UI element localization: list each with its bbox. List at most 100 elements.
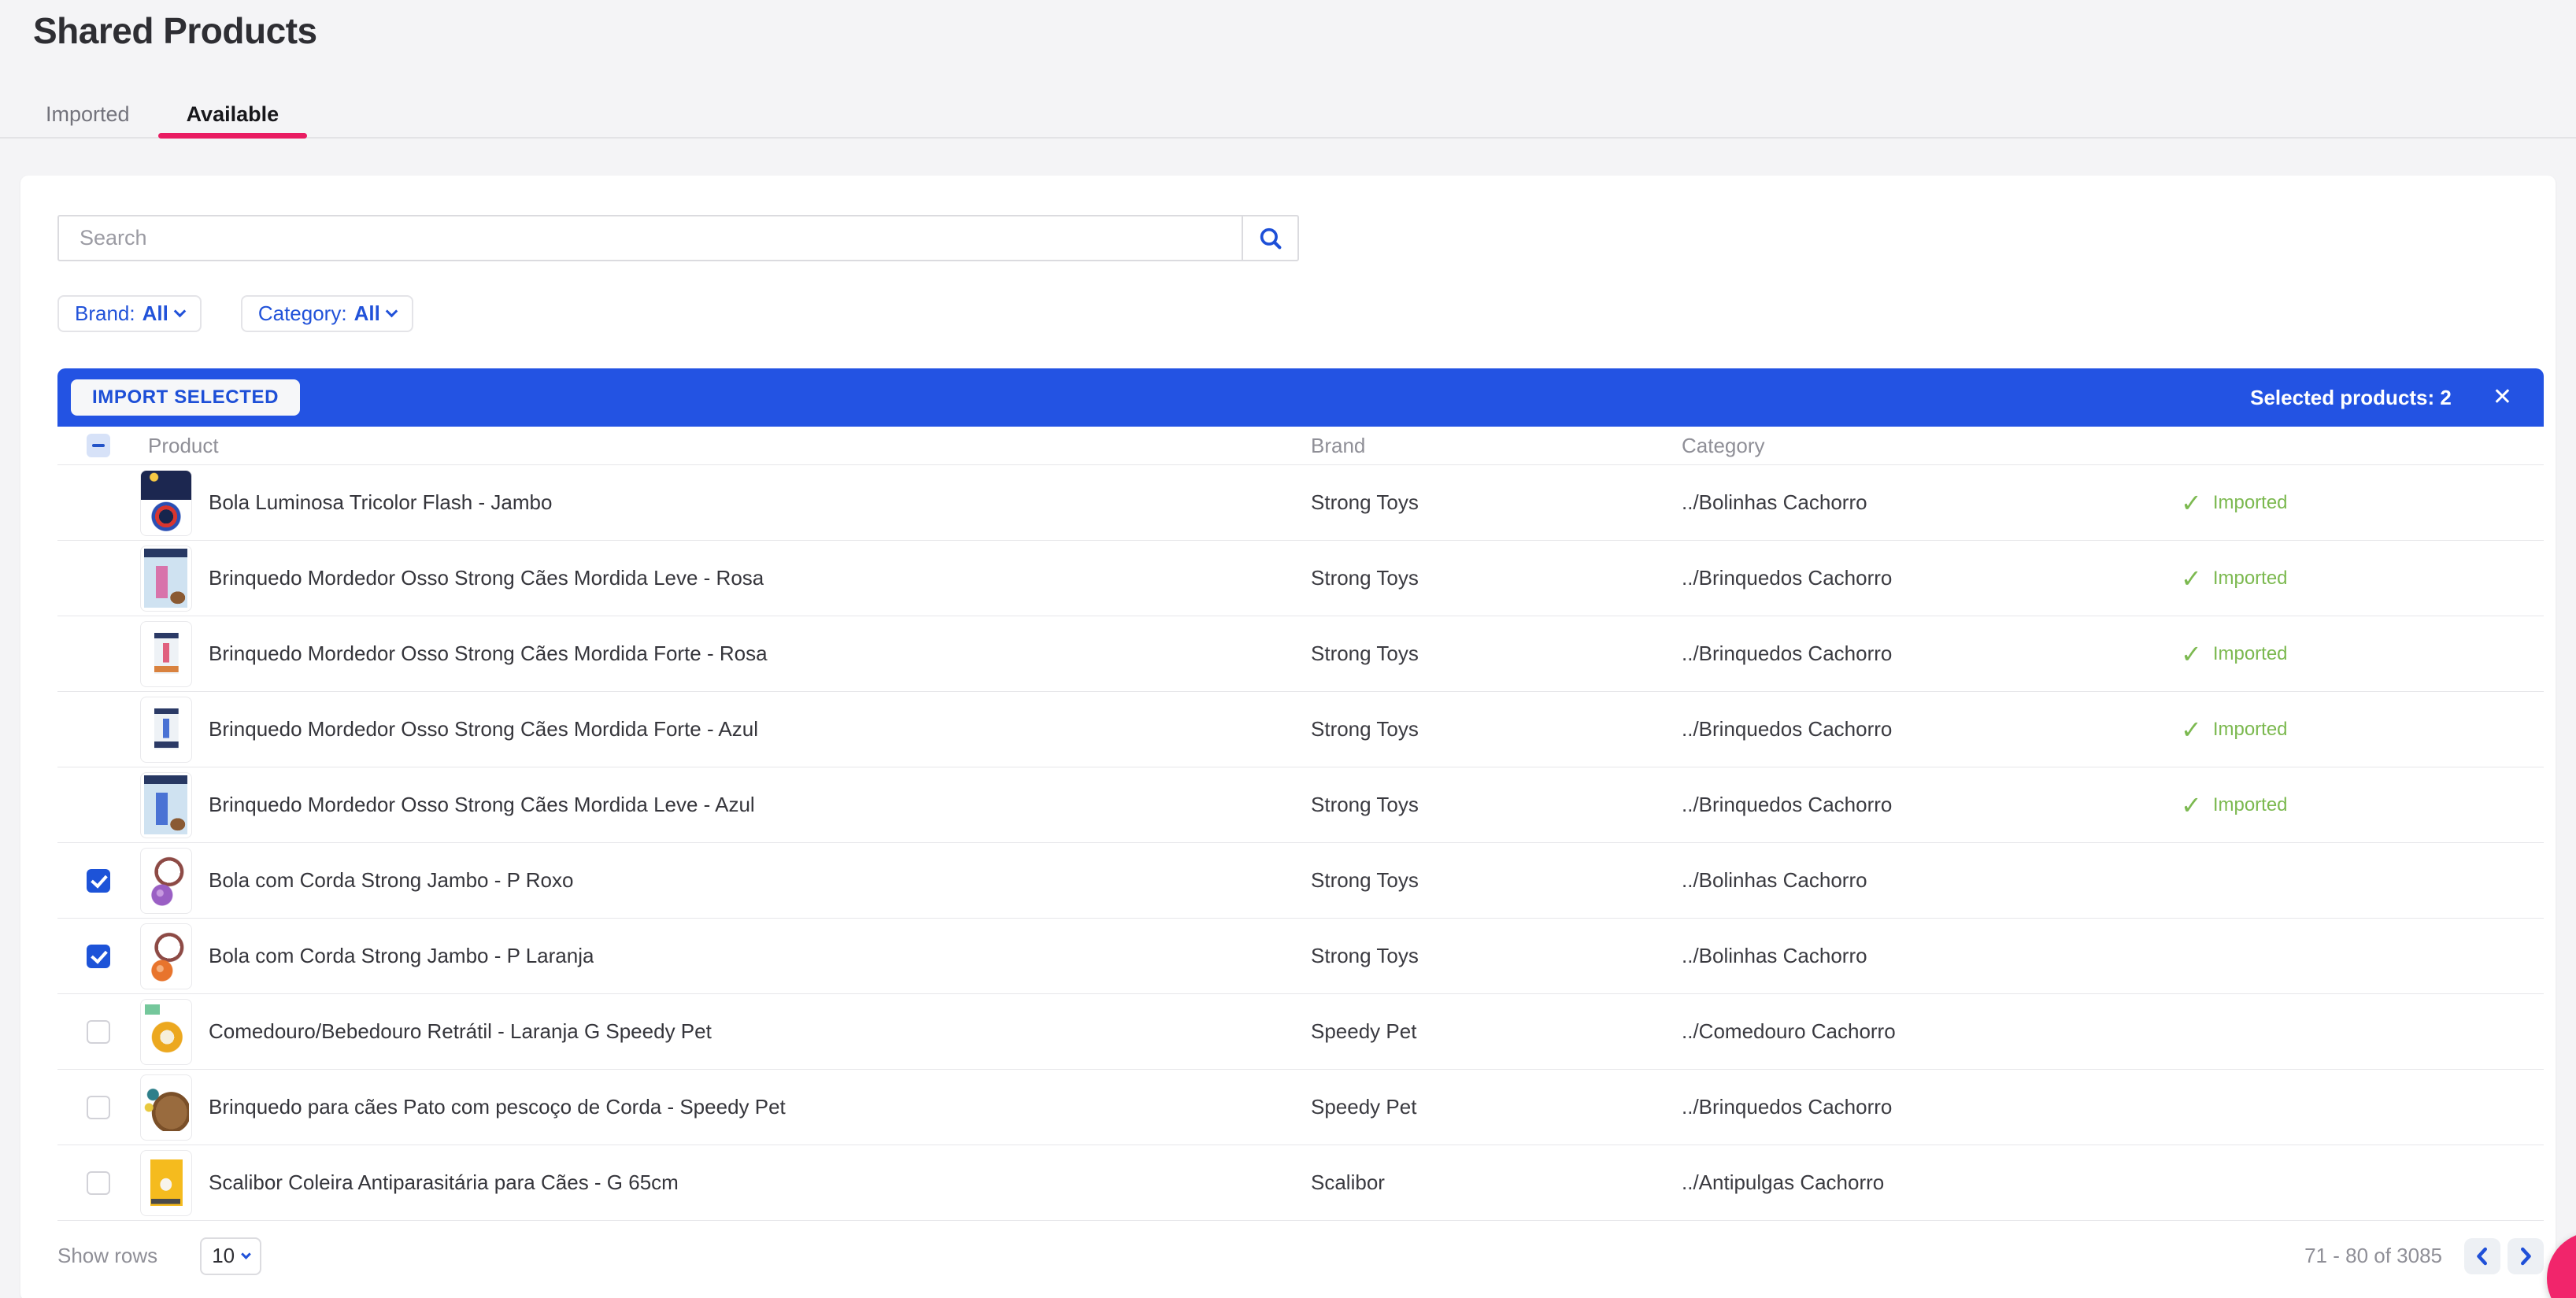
product-thumbnail	[140, 621, 192, 687]
search-row	[57, 176, 2544, 261]
row-checkbox[interactable]	[87, 1171, 110, 1195]
status-label: Imported	[2213, 568, 2288, 590]
table-row[interactable]: Brinquedo Mordedor Osso Strong Cães Mord…	[57, 692, 2544, 767]
chevron-left-icon	[2474, 1247, 2490, 1266]
product-name: Bola Luminosa Tricolor Flash - Jambo	[209, 490, 552, 515]
row-checkbox[interactable]	[87, 945, 110, 968]
brand-cell: Strong Toys	[1311, 944, 1682, 968]
row-checkbox[interactable]	[87, 1020, 110, 1044]
pagination-bar: Show rows 10 71 - 80 of 3085	[57, 1221, 2544, 1291]
product-name: Brinquedo para cães Pato com pescoço de …	[209, 1095, 786, 1119]
product-cell: Scalibor Coleira Antiparasitária para Cã…	[57, 1150, 1311, 1216]
status-cell: ✓ Imported	[2181, 717, 2544, 742]
brand-cell: Strong Toys	[1311, 566, 1682, 590]
brand-cell: Strong Toys	[1311, 868, 1682, 893]
column-header-brand: Brand	[1311, 434, 1682, 458]
brand-cell: Scalibor	[1311, 1170, 1682, 1195]
status-cell: ✓ Imported	[2181, 490, 2544, 516]
category-cell: ../Brinquedos Cachorro	[1682, 717, 2181, 741]
category-cell: ../Comedouro Cachorro	[1682, 1019, 2181, 1044]
table-row[interactable]: Bola com Corda Strong Jambo - P Laranja …	[57, 919, 2544, 994]
brand-cell: Strong Toys	[1311, 793, 1682, 817]
product-name: Scalibor Coleira Antiparasitária para Cã…	[209, 1170, 679, 1195]
table-row[interactable]: Bola com Corda Strong Jambo - P Roxo Str…	[57, 843, 2544, 919]
product-thumbnail	[140, 999, 192, 1065]
status-cell: ✓ Imported	[2181, 566, 2544, 591]
product-cell: Bola Luminosa Tricolor Flash - Jambo	[57, 470, 1311, 536]
product-thumbnail	[140, 923, 192, 989]
table-header: Product Brand Category	[57, 427, 2544, 465]
imported-check-icon: ✓	[2181, 642, 2202, 667]
previous-page-button[interactable]	[2464, 1238, 2500, 1274]
product-thumbnail	[140, 697, 192, 763]
brand-cell: Strong Toys	[1311, 490, 1682, 515]
category-cell: ../Bolinhas Cachorro	[1682, 490, 2181, 515]
status-label: Imported	[2213, 794, 2288, 816]
product-cell: Brinquedo Mordedor Osso Strong Cães Mord…	[57, 621, 1311, 687]
selected-products-count: Selected products: 2	[2250, 386, 2452, 410]
category-cell: ../Brinquedos Cachorro	[1682, 793, 2181, 817]
category-cell: ../Brinquedos Cachorro	[1682, 1095, 2181, 1119]
product-thumbnail	[140, 545, 192, 612]
category-cell: ../Brinquedos Cachorro	[1682, 642, 2181, 666]
category-filter-value: All	[354, 301, 380, 326]
rows-per-page-select[interactable]: 10	[200, 1237, 261, 1275]
category-cell: ../Brinquedos Cachorro	[1682, 566, 2181, 590]
table-row[interactable]: Brinquedo Mordedor Osso Strong Cães Mord…	[57, 767, 2544, 843]
product-name: Brinquedo Mordedor Osso Strong Cães Mord…	[209, 566, 764, 590]
product-name: Brinquedo Mordedor Osso Strong Cães Mord…	[209, 642, 768, 666]
status-label: Imported	[2213, 492, 2288, 514]
product-thumbnail	[140, 848, 192, 914]
chevron-down-icon	[241, 1249, 251, 1259]
close-selection-button[interactable]: ✕	[2493, 386, 2512, 409]
table-row[interactable]: Brinquedo Mordedor Osso Strong Cães Mord…	[57, 616, 2544, 692]
tab-imported[interactable]: Imported	[17, 91, 158, 137]
filters-row: Brand: All Category: All	[57, 295, 2544, 332]
product-cell: Brinquedo Mordedor Osso Strong Cães Mord…	[57, 697, 1311, 763]
status-cell: ✓ Imported	[2181, 793, 2544, 818]
search-input[interactable]	[57, 215, 1242, 261]
tabs-bar: Imported Available	[0, 91, 2576, 139]
page-header: Shared Products	[0, 0, 2576, 52]
table-row[interactable]: Bola Luminosa Tricolor Flash - Jambo Str…	[57, 465, 2544, 541]
chevron-down-icon	[174, 305, 187, 318]
category-cell: ../Bolinhas Cachorro	[1682, 868, 2181, 893]
product-cell: Bola com Corda Strong Jambo - P Roxo	[57, 848, 1311, 914]
products-card: Brand: All Category: All IMPORT SELECTED…	[20, 176, 2556, 1298]
imported-check-icon: ✓	[2181, 717, 2202, 742]
table-row[interactable]: Brinquedo Mordedor Osso Strong Cães Mord…	[57, 541, 2544, 616]
product-cell: Brinquedo Mordedor Osso Strong Cães Mord…	[57, 545, 1311, 612]
status-cell: ✓ Imported	[2181, 642, 2544, 667]
brand-cell: Speedy Pet	[1311, 1095, 1682, 1119]
chevron-right-icon	[2518, 1247, 2533, 1266]
row-checkbox[interactable]	[87, 869, 110, 893]
brand-cell: Strong Toys	[1311, 642, 1682, 666]
product-cell: Brinquedo para cães Pato com pescoço de …	[57, 1074, 1311, 1141]
tab-available[interactable]: Available	[158, 91, 308, 137]
product-cell: Comedouro/Bebedouro Retrátil - Laranja G…	[57, 999, 1311, 1065]
imported-check-icon: ✓	[2181, 490, 2202, 516]
product-thumbnail	[140, 1074, 192, 1141]
status-label: Imported	[2213, 719, 2288, 741]
table-row[interactable]: Brinquedo para cães Pato com pescoço de …	[57, 1070, 2544, 1145]
product-thumbnail	[140, 470, 192, 536]
brand-cell: Speedy Pet	[1311, 1019, 1682, 1044]
next-page-button[interactable]	[2508, 1238, 2544, 1274]
select-all-checkbox[interactable]	[87, 434, 110, 457]
search-button[interactable]	[1242, 215, 1299, 261]
table-row[interactable]: Scalibor Coleira Antiparasitária para Cã…	[57, 1145, 2544, 1221]
product-name: Bola com Corda Strong Jambo - P Laranja	[209, 944, 594, 968]
product-name: Comedouro/Bebedouro Retrátil - Laranja G…	[209, 1019, 712, 1044]
category-filter[interactable]: Category: All	[241, 295, 413, 332]
table-row[interactable]: Comedouro/Bebedouro Retrátil - Laranja G…	[57, 994, 2544, 1070]
brand-filter-label: Brand:	[75, 301, 135, 326]
selection-action-bar: IMPORT SELECTED Selected products: 2 ✕	[57, 368, 2544, 427]
status-label: Imported	[2213, 643, 2288, 665]
brand-filter[interactable]: Brand: All	[57, 295, 202, 332]
imported-check-icon: ✓	[2181, 566, 2202, 591]
chevron-down-icon	[386, 305, 398, 318]
rows-per-page-value: 10	[212, 1244, 235, 1268]
category-filter-label: Category:	[258, 301, 347, 326]
row-checkbox[interactable]	[87, 1096, 110, 1119]
import-selected-button[interactable]: IMPORT SELECTED	[71, 379, 300, 416]
